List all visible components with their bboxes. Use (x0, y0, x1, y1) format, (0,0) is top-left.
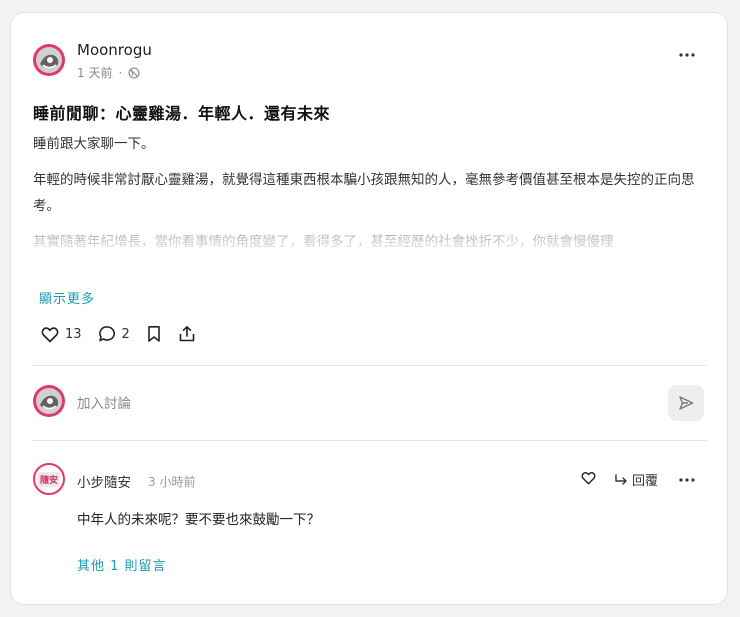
meta-separator: · (118, 65, 123, 80)
globe-icon (128, 66, 140, 79)
like-count: 13 (65, 326, 82, 342)
commenter-avatar[interactable]: 隨安 (33, 463, 65, 495)
like-button[interactable]: 13 (41, 326, 82, 343)
post-time: 1 天前 (77, 66, 113, 80)
reply-arrow-icon (615, 473, 627, 485)
post-actions: 13 2 (41, 325, 212, 343)
divider (33, 365, 707, 366)
share-button[interactable] (178, 325, 196, 343)
avatar-image-icon (40, 54, 59, 69)
comment-count: 2 (121, 326, 130, 342)
commenter-name[interactable]: 小步隨安 (77, 471, 131, 491)
comment-more-button[interactable] (675, 470, 699, 490)
comment-icon (98, 326, 115, 342)
bookmark-button[interactable] (146, 325, 162, 343)
more-dots-icon (679, 478, 695, 482)
comment-time: 3 小時前 (148, 475, 196, 489)
comment-reply-button[interactable]: 回覆 (614, 470, 658, 489)
comment-text: 中年人的未來呢？要不要也來鼓勵一下？ (77, 512, 320, 528)
current-user-avatar (33, 385, 65, 417)
post-paragraph-faded: 其實隨著年紀增長，當你看事情的角度變了，看得多了，甚至經歷的社會挫折不少，你就會… (33, 229, 709, 255)
post-meta: 1 天前 · (77, 64, 140, 81)
post-card: Moonrogu 1 天前 · 睡前閒聊：心靈雞湯．年輕人．還有未來 睡前跟大家… (10, 12, 728, 605)
more-comments-link[interactable]: 其他 1 則留言 (77, 555, 167, 574)
comment-button[interactable]: 2 (98, 325, 130, 343)
send-button[interactable] (668, 385, 704, 421)
post-paragraph: 年輕的時候非常討厭心靈雞湯，就覺得這種東西根本騙小孩跟無知的人，毫無參考價值甚至… (33, 172, 695, 214)
commenter-avatar-text: 隨安 (37, 471, 60, 487)
share-icon (179, 326, 195, 342)
post-paragraph: 睡前跟大家聊一下。 (33, 136, 155, 152)
post-paragraph: 其實隨著年紀增長，當你看事情的角度變了，看得多了，甚至經歷的社會挫折不少，你就會… (33, 234, 614, 250)
comment-input[interactable]: 加入討論 (77, 392, 131, 412)
more-dots-icon (679, 53, 695, 57)
comment-like-button[interactable] (581, 470, 596, 489)
post-body: 睡前跟大家聊一下。 年輕的時候非常討厭心靈雞湯，就覺得這種東西根本騙小孩跟無知的… (33, 131, 709, 255)
author-avatar[interactable] (33, 44, 65, 76)
divider (33, 440, 707, 441)
avatar-image-icon (40, 395, 59, 410)
heart-icon (41, 326, 59, 342)
reply-label: 回覆 (632, 474, 659, 489)
post-title: 睡前閒聊：心靈雞湯．年輕人．還有未來 (33, 104, 331, 123)
send-icon (679, 396, 694, 410)
bookmark-icon (148, 326, 160, 342)
author-name[interactable]: Moonrogu (77, 41, 152, 59)
heart-icon (581, 472, 596, 485)
show-more-link[interactable]: 顯示更多 (39, 288, 95, 307)
post-more-button[interactable] (675, 45, 699, 65)
